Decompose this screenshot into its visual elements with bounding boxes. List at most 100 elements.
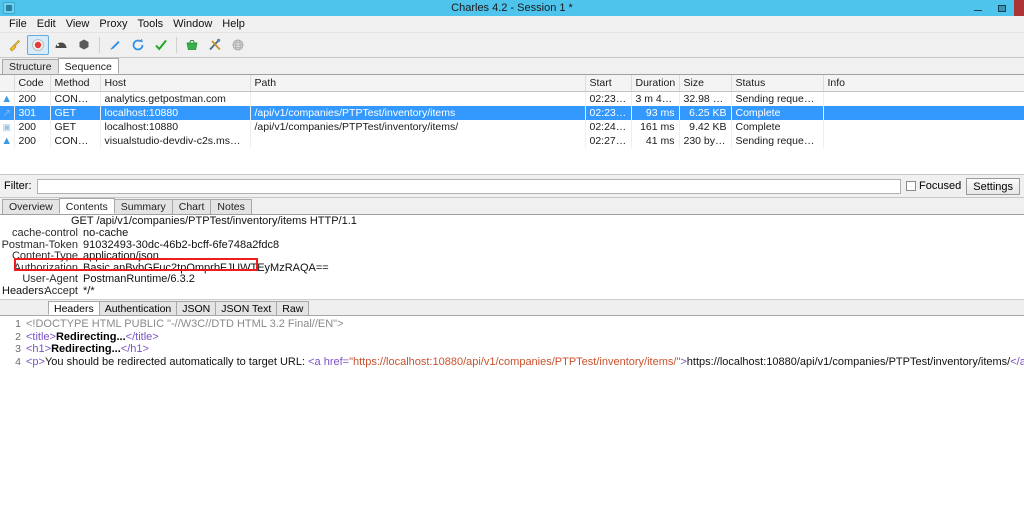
row-start: 02:23:16 xyxy=(585,91,632,106)
col-method[interactable]: Method xyxy=(50,75,101,92)
row-method: GET xyxy=(50,106,101,120)
tab-summary[interactable]: Summary xyxy=(113,199,173,214)
subtab-authentication[interactable]: Authentication xyxy=(98,301,178,315)
source-line-2: <title>Redirecting...</title> xyxy=(26,331,1024,344)
line-number: 3 xyxy=(15,343,21,355)
col-duration[interactable]: Duration xyxy=(631,75,680,92)
subtab-json[interactable]: JSON xyxy=(176,301,217,315)
tab-notes[interactable]: Notes xyxy=(210,199,252,214)
view-tab-strip: Structure Sequence xyxy=(0,58,1024,75)
menu-help[interactable]: Help xyxy=(217,16,250,32)
subtab-headers[interactable]: Headers xyxy=(48,301,100,315)
source-token: "https://localhost:10880/api/v1/companie… xyxy=(349,355,681,368)
menu-file[interactable]: File xyxy=(4,16,32,32)
menu-window[interactable]: Window xyxy=(168,16,217,32)
col-host[interactable]: Host xyxy=(100,75,251,92)
charles-main-window: Charles 4.2 - Session 1 * File Edit View… xyxy=(0,0,1024,521)
table-row[interactable]: ↗ 301 GET localhost:10880 /api/v1/compan… xyxy=(0,106,1024,120)
toolbar-separator-2 xyxy=(176,37,177,53)
menu-edit[interactable]: Edit xyxy=(32,16,61,32)
filter-bar: Filter: Focused Settings xyxy=(0,174,1024,198)
col-info[interactable]: Info xyxy=(823,75,1024,92)
menu-view[interactable]: View xyxy=(61,16,95,32)
row-direction-icon: ▣ xyxy=(0,120,15,134)
source-token: <!DOCTYPE HTML PUBLIC "-//W3C//DTD HTML … xyxy=(26,318,344,330)
row-start: 02:27:05 xyxy=(585,134,632,148)
filter-label: Filter: xyxy=(4,180,32,192)
subtab-json-text[interactable]: JSON Text xyxy=(215,301,278,315)
maximize-button[interactable] xyxy=(990,0,1014,16)
table-row[interactable]: ▲ 200 CONNECT visualstudio-devdiv-c2s.ms… xyxy=(0,134,1024,148)
header-name: cache-control xyxy=(11,227,78,239)
toolbar-separator-1 xyxy=(99,37,100,53)
tab-chart[interactable]: Chart xyxy=(171,199,212,214)
source-token: <a href= xyxy=(308,355,350,368)
row-code: 200 xyxy=(14,120,51,134)
table-row[interactable]: ▣ 200 GET localhost:10880 /api/v1/compan… xyxy=(0,120,1024,134)
header-value: no-cache xyxy=(83,227,129,239)
row-code: 301 xyxy=(14,106,51,120)
row-info xyxy=(823,134,1024,148)
source-token: <title> xyxy=(26,330,56,343)
source-token: <p> xyxy=(26,355,45,368)
row-status: Complete xyxy=(731,106,824,120)
repeat-icon[interactable] xyxy=(127,35,149,55)
dns-globe-icon[interactable] xyxy=(227,35,249,55)
row-direction-icon: ▲ xyxy=(0,134,15,148)
subtab-raw[interactable]: Raw xyxy=(276,301,310,315)
row-host: analytics.getpostman.com xyxy=(100,91,251,106)
row-status: Complete xyxy=(731,120,824,134)
source-token: </h1> xyxy=(120,343,149,355)
source-token: You should be redirected automatically t… xyxy=(44,355,309,368)
breakpoints-icon[interactable] xyxy=(73,35,95,55)
focused-checkbox[interactable] xyxy=(906,181,917,191)
row-duration: 41 ms xyxy=(631,134,680,148)
header-row-user-agent: User-Agent PostmanRuntime/6.3.2 xyxy=(0,273,1024,286)
row-size: 32.98 KB xyxy=(679,91,732,106)
header-row-cache-control: cache-control no-cache xyxy=(0,227,1024,240)
menu-proxy[interactable]: Proxy xyxy=(94,16,132,32)
row-start: 02:23:59 xyxy=(585,106,632,120)
source-token: <h1> xyxy=(26,343,52,355)
menu-tools[interactable]: Tools xyxy=(132,16,168,32)
minimize-button[interactable] xyxy=(966,0,990,16)
row-method: CONNECT xyxy=(50,134,101,148)
col-code[interactable]: Code xyxy=(14,75,51,92)
focused-checkbox-group[interactable]: Focused xyxy=(906,180,961,192)
tools-basket-icon[interactable] xyxy=(181,35,203,55)
tab-structure[interactable]: Structure xyxy=(2,59,59,74)
title-bar: Charles 4.2 - Session 1 * xyxy=(0,0,1024,16)
col-path[interactable]: Path xyxy=(250,75,586,92)
row-status: Sending request bo... xyxy=(731,91,824,106)
tab-contents[interactable]: Contents xyxy=(58,198,115,214)
settings-tools-icon[interactable] xyxy=(204,35,226,55)
header-row-content-type: Content-Type application/json xyxy=(0,250,1024,263)
throttle-icon[interactable] xyxy=(50,35,72,55)
clear-session-icon[interactable] xyxy=(4,35,26,55)
header-name: Content-Type xyxy=(11,250,78,262)
session-table-empty-area xyxy=(0,148,1024,174)
row-status: Sending request bo... xyxy=(731,134,824,148)
compose-icon[interactable] xyxy=(104,35,126,55)
col-status[interactable]: Status xyxy=(731,75,824,92)
validate-icon[interactable] xyxy=(150,35,172,55)
filter-input[interactable] xyxy=(36,178,902,194)
row-size: 6.25 KB xyxy=(679,106,732,120)
row-code: 200 xyxy=(14,91,51,106)
col-start[interactable]: Start xyxy=(585,75,632,92)
tab-overview[interactable]: Overview xyxy=(2,199,60,214)
close-button[interactable] xyxy=(1014,0,1024,16)
col-icon[interactable] xyxy=(0,75,15,92)
tab-sequence[interactable]: Sequence xyxy=(57,58,119,74)
response-body-source-view[interactable]: 1 2 3 4 <!DOCTYPE HTML PUBLIC "-//W3C//D… xyxy=(0,316,1024,476)
source-line-1: <!DOCTYPE HTML PUBLIC "-//W3C//DTD HTML … xyxy=(26,318,1024,331)
row-duration: 3 m 49 s xyxy=(631,91,680,106)
row-path: /api/v1/companies/PTPTest/inventory/item… xyxy=(250,120,586,134)
request-headers-panel: GET /api/v1/companies/PTPTest/inventory/… xyxy=(0,215,1024,299)
settings-button[interactable]: Settings xyxy=(966,177,1020,195)
col-size[interactable]: Size xyxy=(679,75,732,92)
table-row[interactable]: ▲ 200 CONNECT analytics.getpostman.com 0… xyxy=(0,91,1024,106)
row-host: visualstudio-devdiv-c2s.msedge.net xyxy=(100,134,251,148)
record-icon[interactable] xyxy=(27,35,49,55)
source-token: </a> xyxy=(1010,355,1024,368)
